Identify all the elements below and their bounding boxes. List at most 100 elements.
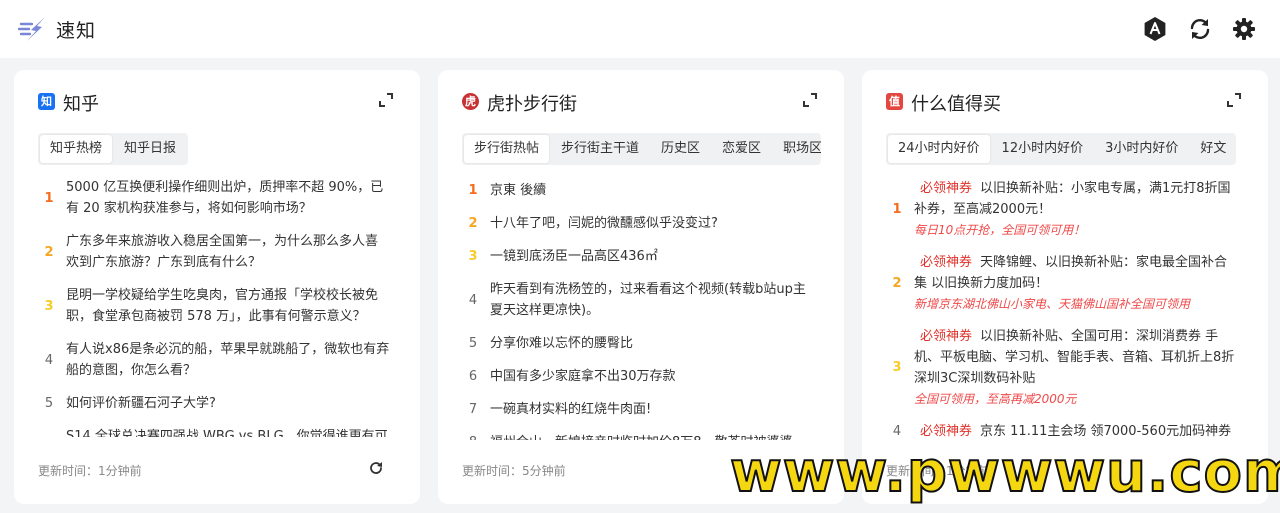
list-item[interactable]: 8 福州仓山一新娘接亲时临时加价8万8。敬茶时被婆婆一 bbox=[462, 432, 814, 440]
rank-number: 6 bbox=[468, 369, 478, 384]
tab-12h[interactable]: 12小时内好价 bbox=[992, 135, 1094, 163]
rank-number: 4 bbox=[44, 352, 54, 368]
card-smzdm: 值 什么值得买 24小时内好价 12小时内好价 3小时内好价 好文 1 必领神券… bbox=[862, 70, 1268, 504]
item-title: 广东多年来旅游收入稳居全国第一，为什么那么多人喜欢到广东旅游？广东到底有什么？ bbox=[66, 234, 379, 270]
rank-number: 2 bbox=[468, 216, 478, 231]
app-title: 速知 bbox=[56, 20, 97, 42]
item-body: 必领神券 天降锦鲤、以旧换新补贴：家电最全国补合集 以旧换新力度加码！ 新增京东湖… bbox=[908, 252, 1238, 314]
top-bar: 速知 bbox=[0, 0, 1280, 58]
list-item[interactable]: 3 一镜到底汤臣一品高区436㎡ bbox=[462, 246, 814, 267]
item-title: 福州仓山一新娘接亲时临时加价8万8。敬茶时被婆婆一 bbox=[484, 432, 814, 440]
rank-number: 8 bbox=[462, 432, 484, 440]
item-title: 京东 11.11主会场 领7000-560元加码神券 bbox=[980, 424, 1232, 438]
expand-icon[interactable] bbox=[803, 93, 817, 107]
expand-icon[interactable] bbox=[379, 93, 393, 107]
update-time: 更新时间：1分钟前 bbox=[38, 464, 142, 478]
update-time: 更新时间：5分钟前 bbox=[462, 464, 566, 478]
tab-24h[interactable]: 24小时内好价 bbox=[888, 135, 990, 163]
rank-number: 1 bbox=[468, 183, 478, 198]
sync-icon[interactable] bbox=[1187, 16, 1213, 42]
list-item[interactable]: 2 广东多年来旅游收入稳居全国第一，为什么那么多人喜欢到广东旅游？广东到底有什么… bbox=[38, 231, 390, 273]
refresh-icon[interactable] bbox=[368, 460, 384, 476]
rank-number: 3 bbox=[44, 298, 54, 314]
rank-number: 7 bbox=[468, 402, 478, 417]
tab-3h[interactable]: 3小时内好价 bbox=[1095, 135, 1188, 163]
gear-icon[interactable] bbox=[1231, 16, 1257, 42]
list-item[interactable]: 5 分享你难以忘怀的腰臀比 bbox=[462, 333, 814, 354]
rank-number: 3 bbox=[468, 249, 478, 264]
tab-bar: 步行街热帖 步行街主干道 历史区 恋爱区 职场区 bbox=[462, 133, 821, 165]
rank-number: 5 bbox=[44, 396, 54, 411]
item-title: 有人说x86是条必沉的船，苹果早就跳船了，微软也有弃船的意图，你怎么看？ bbox=[66, 342, 390, 378]
item-title: 中国有多少家庭拿不出30万存款 bbox=[490, 369, 676, 384]
tab-bar: 24小时内好价 12小时内好价 3小时内好价 好文 bbox=[886, 133, 1236, 165]
watermark-text: www.pwwwu.com bbox=[729, 440, 1280, 505]
item-title: 一碗真材实料的红烧牛肉面! bbox=[490, 402, 652, 417]
list-item[interactable]: 1 必领神券 以旧换新补贴：小家电专属，满1元打8折国补券，至高减2000元！ 每… bbox=[886, 178, 1238, 240]
item-title: S14 全球总决赛四强战 WBG vs BLG，你觉得谁更有可能获胜？ bbox=[66, 429, 388, 437]
item-desc: 全国可领用，至高再减2000元 bbox=[914, 392, 1077, 406]
list-item[interactable]: 3 昆明一学校疑给学生吃臭肉，官方通报「学校校长被免职，食堂承包商被罚 578 … bbox=[38, 285, 390, 327]
item-title: 5000 亿互换便利操作细则出炉，质押率不超 90%，已有 20 家机构获准参与… bbox=[66, 180, 384, 216]
card-header: 知 知乎 bbox=[38, 90, 396, 115]
item-desc: 每日10点开抢，全国可领可用！ bbox=[914, 223, 1086, 237]
coupon-tag: 必领神券 bbox=[920, 329, 973, 344]
list-item[interactable]: 7 一碗真材实料的红烧牛肉面! bbox=[462, 399, 814, 420]
item-title: 京東 後續 bbox=[490, 183, 547, 198]
tab-history[interactable]: 历史区 bbox=[651, 135, 710, 163]
expand-icon[interactable] bbox=[1227, 93, 1241, 107]
card-title: 知乎 bbox=[63, 94, 99, 115]
card-header: 值 什么值得买 bbox=[886, 90, 1244, 115]
item-body: 必领神券 以旧换新补贴：小家电专属，满1元打8折国补券，至高减2000元！ 每日1… bbox=[908, 178, 1238, 240]
tab-bxj-hot[interactable]: 步行街热帖 bbox=[464, 135, 550, 163]
theme-a-icon[interactable] bbox=[1142, 16, 1168, 42]
list-item[interactable]: 2 必领神券 天降锦鲤、以旧换新补贴：家电最全国补合集 以旧换新力度加码！ 新增京… bbox=[886, 252, 1238, 314]
rank-number: 1 bbox=[892, 201, 902, 217]
list-item[interactable]: 2 十八年了吧，闫妮的微醺感似乎没变过? bbox=[462, 213, 814, 234]
rank-number: 4 bbox=[468, 292, 478, 308]
rank-number: 2 bbox=[892, 275, 902, 291]
item-desc: 新增京东湖北佛山小家电、天猫佛山国补全国可领用 bbox=[914, 297, 1191, 311]
list-item[interactable]: 4 必领神券 京东 11.11主会场 领7000-560元加码神券 bbox=[886, 421, 1238, 438]
rank-number: 5 bbox=[468, 336, 478, 351]
card-title: 什么值得买 bbox=[911, 94, 1001, 115]
coupon-tag: 必领神券 bbox=[920, 424, 973, 438]
list-item[interactable]: 6 中国有多少家庭拿不出30万存款 bbox=[462, 366, 814, 387]
list-item[interactable]: 5 如何评价新疆石河子大学? bbox=[38, 393, 390, 414]
tab-zhihu-hot[interactable]: 知乎热榜 bbox=[40, 135, 113, 163]
item-body: 必领神券 京东 11.11主会场 领7000-560元加码神券 bbox=[908, 421, 1238, 438]
card-title: 虎扑步行街 bbox=[487, 94, 577, 115]
tab-zhihu-daily[interactable]: 知乎日报 bbox=[114, 135, 186, 163]
item-title: 分享你难以忘怀的腰臀比 bbox=[490, 336, 634, 351]
rank-number: 4 bbox=[892, 424, 902, 438]
card-zhihu: 知 知乎 知乎热榜 知乎日报 1 5000 亿互换便利操作细则出炉，质押率不超 … bbox=[14, 70, 420, 504]
hot-list: 1 5000 亿互换便利操作细则出炉，质押率不超 90%，已有 20 家机构获准… bbox=[38, 177, 390, 437]
item-body: 必领神券 以旧换新补贴、全国可用：深圳消费券 手机、平板电脑、学习机、智能手表、音… bbox=[908, 326, 1238, 409]
coupon-tag: 必领神券 bbox=[920, 181, 973, 196]
list-item[interactable]: 6 S14 全球总决赛四强战 WBG vs BLG，你觉得谁更有可能获胜？ bbox=[38, 426, 390, 437]
list-item[interactable]: 4 有人说x86是条必沉的船，苹果早就跳船了，微软也有弃船的意图，你怎么看？ bbox=[38, 339, 390, 381]
item-title: 昨天看到有洗杨笠的，过来看看这个视频(转载b站up主夏天这样更凉快)。 bbox=[490, 282, 806, 318]
tab-bar: 知乎热榜 知乎日报 bbox=[38, 133, 189, 165]
rank-number: 2 bbox=[44, 244, 54, 260]
smzdm-logo-icon: 值 bbox=[886, 93, 903, 110]
tab-love[interactable]: 恋爱区 bbox=[712, 135, 771, 163]
list-item[interactable]: 3 必领神券 以旧换新补贴、全国可用：深圳消费券 手机、平板电脑、学习机、智能手表… bbox=[886, 326, 1238, 409]
list-item[interactable]: 1 5000 亿互换便利操作细则出炉，质押率不超 90%，已有 20 家机构获准… bbox=[38, 177, 390, 219]
hupu-logo-icon: 虎 bbox=[462, 93, 479, 110]
tab-bxj-main[interactable]: 步行街主干道 bbox=[551, 135, 649, 163]
list-item[interactable]: 1 京東 後續 bbox=[462, 180, 814, 201]
item-title: 十八年了吧，闫妮的微醺感似乎没变过? bbox=[490, 216, 718, 231]
zhihu-logo-icon: 知 bbox=[38, 93, 55, 110]
tab-workplace[interactable]: 职场区 bbox=[773, 135, 821, 163]
item-title: 昆明一学校疑给学生吃臭肉，官方通报「学校校长被免职，食堂承包商被罚 578 万」… bbox=[66, 288, 379, 324]
rank-number: 3 bbox=[892, 360, 902, 375]
deal-list: 1 必领神券 以旧换新补贴：小家电专属，满1元打8折国补券，至高减2000元！ 每… bbox=[886, 178, 1238, 438]
tab-articles[interactable]: 好文 bbox=[1190, 135, 1236, 163]
item-title: 一镜到底汤臣一品高区436㎡ bbox=[490, 249, 658, 264]
card-hupu: 虎 虎扑步行街 步行街热帖 步行街主干道 历史区 恋爱区 职场区 1 京東 後續… bbox=[438, 70, 844, 504]
list-item[interactable]: 4 昨天看到有洗杨笠的，过来看看这个视频(转载b站up主夏天这样更凉快)。 bbox=[462, 279, 814, 321]
logo-icon bbox=[18, 17, 45, 41]
card-header: 虎 虎扑步行街 bbox=[462, 90, 820, 115]
rank-number: 1 bbox=[44, 190, 54, 206]
